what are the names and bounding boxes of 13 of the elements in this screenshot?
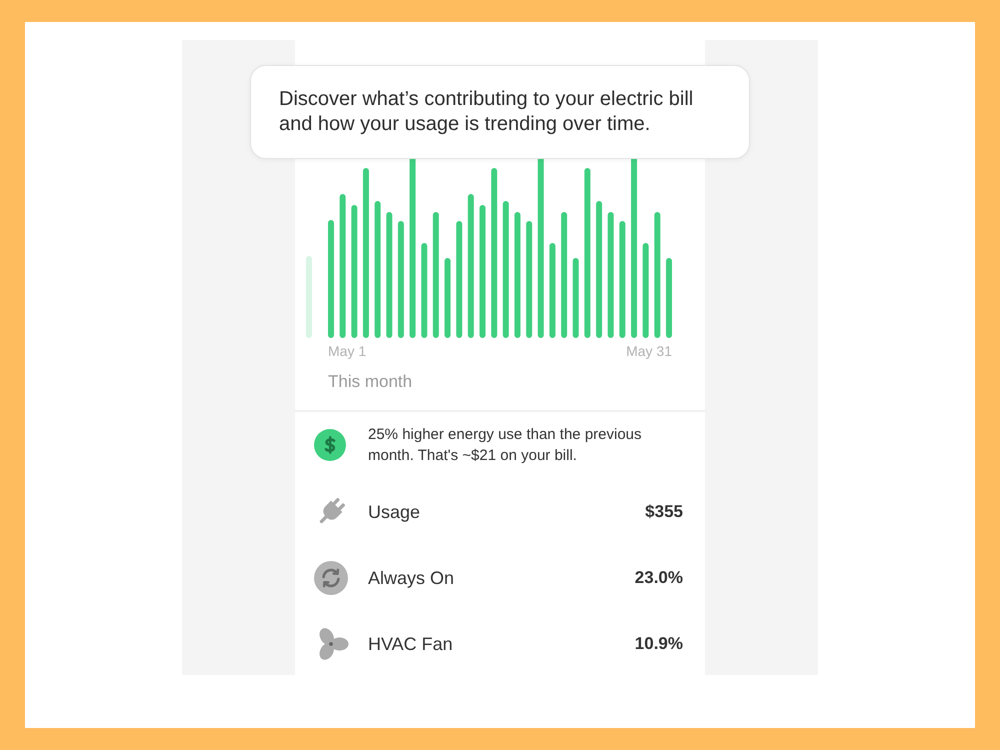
dollar-icon bbox=[314, 429, 346, 461]
category-label: HVAC Fan bbox=[368, 634, 453, 654]
period-label: This month bbox=[328, 372, 412, 392]
category-label: Usage bbox=[368, 502, 420, 522]
category-label: Always On bbox=[368, 568, 454, 588]
category-value: 10.9% bbox=[634, 634, 683, 654]
tooltip-text: Discover what’s contributing to your electric bill and how your usage is trending over time. bbox=[279, 87, 694, 137]
category-value: $355 bbox=[645, 502, 683, 522]
refresh-icon bbox=[314, 561, 348, 595]
insight-text: 25% higher energy use than the previous month. That's ~$21 on your bill. bbox=[368, 425, 643, 466]
axis-label: May 31 bbox=[626, 343, 672, 359]
category-value: 23.0% bbox=[634, 568, 683, 588]
axis-label: May 1 bbox=[328, 343, 366, 359]
